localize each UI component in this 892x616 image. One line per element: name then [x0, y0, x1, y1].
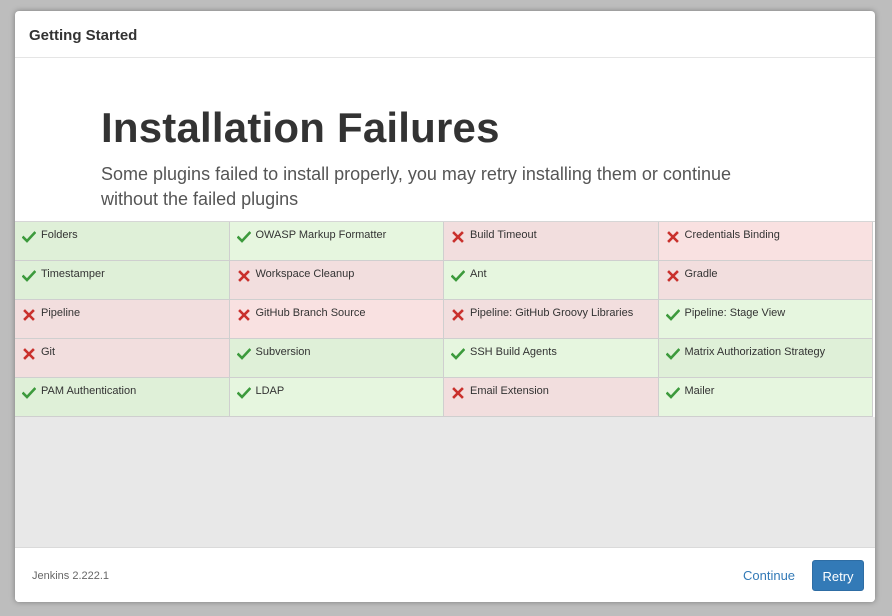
- plugin-item: Timestamper: [15, 261, 230, 300]
- plugin-item: SSH Build Agents: [444, 339, 659, 378]
- cross-icon: [23, 309, 35, 321]
- plugin-name: Pipeline: [41, 307, 81, 319]
- check-icon: [236, 387, 251, 399]
- plugin-item: Workspace Cleanup: [229, 261, 444, 300]
- plugin-name: Workspace Cleanup: [255, 268, 355, 280]
- plugin-item: Subversion: [229, 339, 444, 378]
- cross-icon: [452, 387, 464, 399]
- plugin-name: PAM Authentication: [41, 385, 137, 397]
- plugin-name: Pipeline: Stage View: [684, 307, 786, 319]
- plugin-name: Pipeline: GitHub Groovy Libraries: [470, 307, 634, 319]
- plugin-status-grid: Folders OWASP Markup Formatter Build Timeo…: [15, 221, 875, 417]
- plugin-name: SSH Build Agents: [470, 346, 557, 358]
- check-icon: [665, 387, 680, 399]
- plugin-name: Build Timeout: [470, 229, 537, 241]
- empty-area: [15, 417, 875, 547]
- cross-icon: [666, 270, 679, 282]
- cross-icon: [237, 309, 250, 321]
- check-icon: [665, 348, 680, 360]
- cross-icon: [237, 270, 250, 282]
- setup-dialog: Getting Started Installation Failures So…: [15, 11, 875, 602]
- check-icon: [22, 387, 36, 399]
- plugin-name: Matrix Authorization Strategy: [684, 346, 826, 358]
- plugin-item: GitHub Branch Source: [229, 300, 444, 339]
- plugin-item: Build Timeout: [444, 222, 659, 261]
- check-icon: [22, 231, 36, 243]
- plugin-name: Subversion: [255, 346, 311, 358]
- plugin-name: GitHub Branch Source: [255, 307, 366, 319]
- plugin-name: Gradle: [684, 268, 718, 280]
- plugin-item: Ant: [444, 261, 659, 300]
- plugin-item: LDAP: [229, 378, 444, 417]
- page-description: Some plugins failed to install properly,…: [101, 164, 731, 209]
- plugin-name: Mailer: [684, 385, 715, 397]
- check-icon: [236, 348, 251, 360]
- dialog-footer: Jenkins 2.222.1 Continue Retry: [15, 547, 875, 602]
- plugin-item: Folders: [15, 222, 230, 261]
- dialog-header: Getting Started: [15, 11, 875, 58]
- plugin-item: Gradle: [658, 261, 873, 300]
- page-title: Installation Failures: [101, 104, 500, 151]
- check-icon: [451, 348, 465, 360]
- plugin-name: LDAP: [255, 385, 285, 397]
- plugin-item: Email Extension: [444, 378, 659, 417]
- version-label: Jenkins 2.222.1: [32, 570, 110, 582]
- plugin-item: PAM Authentication: [15, 378, 230, 417]
- plugin-item: Pipeline: GitHub Groovy Libraries: [444, 300, 659, 339]
- intro-section: Installation Failures Some plugins faile…: [15, 59, 875, 221]
- cross-icon: [666, 231, 679, 243]
- plugin-name: OWASP Markup Formatter: [255, 229, 387, 241]
- plugin-name: Folders: [41, 229, 78, 241]
- check-icon: [236, 231, 251, 243]
- plugin-item: Git: [15, 339, 230, 378]
- plugin-item: Pipeline: [15, 300, 230, 339]
- check-icon: [22, 270, 36, 282]
- cross-icon: [23, 348, 35, 360]
- check-icon: [665, 309, 680, 321]
- plugin-item: Credentials Binding: [658, 222, 873, 261]
- plugin-item: Pipeline: Stage View: [658, 300, 873, 339]
- plugin-name: Timestamper: [41, 268, 105, 280]
- plugin-item: Matrix Authorization Strategy: [658, 339, 873, 378]
- plugin-item: OWASP Markup Formatter: [229, 222, 444, 261]
- plugin-item: Mailer: [658, 378, 873, 417]
- continue-link[interactable]: Continue: [743, 568, 795, 583]
- retry-button[interactable]: Retry: [812, 560, 864, 591]
- plugin-name: Git: [41, 346, 56, 358]
- cross-icon: [452, 231, 464, 243]
- check-icon: [451, 270, 465, 282]
- dialog-title: Getting Started: [29, 27, 138, 44]
- plugin-name: Email Extension: [470, 385, 549, 397]
- plugin-name: Ant: [470, 268, 487, 280]
- cross-icon: [452, 309, 464, 321]
- plugin-name: Credentials Binding: [684, 229, 780, 241]
